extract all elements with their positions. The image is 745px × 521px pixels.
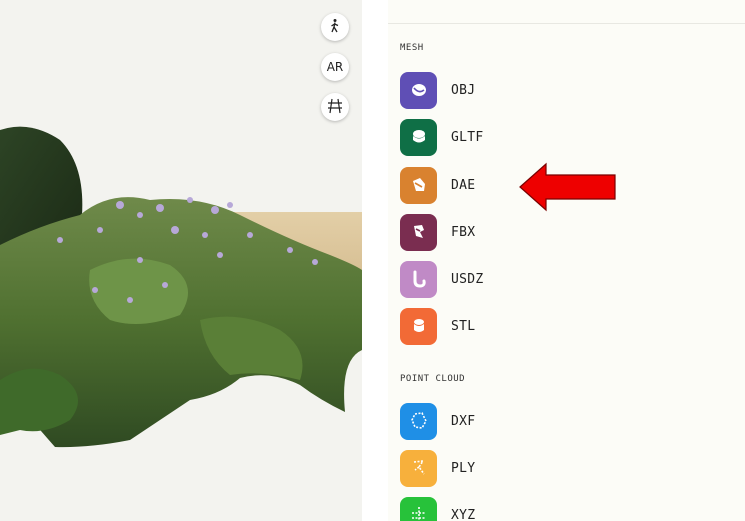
obj-icon [400,71,437,109]
app-root: AR MESH OBJ GLTF DAE FBX USDZ STL POINT … [0,0,745,521]
plant-model-render[interactable] [0,0,362,521]
grid-icon [327,98,343,117]
format-label: XYZ [451,507,476,521]
format-label: STL [451,318,476,334]
ply-icon [400,449,437,487]
section-title-point-cloud: POINT CLOUD [400,374,466,384]
ar-label: AR [326,60,344,74]
dxf-icon [400,402,437,440]
format-label: PLY [451,460,476,476]
ar-button[interactable]: AR [321,53,349,81]
annotation-arrow-icon [519,162,616,212]
format-option-xyz[interactable]: XYZ [400,496,475,521]
format-label: OBJ [451,82,476,98]
model-viewer[interactable]: AR [0,0,362,521]
format-option-usdz[interactable]: USDZ [400,260,484,298]
panel-header [388,0,745,24]
stl-icon [400,307,437,345]
panel-divider [362,0,388,521]
format-label: GLTF [451,129,484,145]
format-label: USDZ [451,271,484,287]
format-option-obj[interactable]: OBJ [400,71,475,109]
section-title-mesh: MESH [400,43,424,53]
usdz-icon [400,260,437,298]
walk-icon [327,18,343,37]
format-option-fbx[interactable]: FBX [400,213,475,251]
format-label: DXF [451,413,476,429]
walk-mode-button[interactable] [321,13,349,41]
format-label: FBX [451,224,476,240]
dae-icon [400,166,437,204]
format-label: DAE [451,177,476,193]
grid-button[interactable] [321,93,349,121]
fbx-icon [400,213,437,251]
format-option-stl[interactable]: STL [400,307,475,345]
export-format-panel: MESH OBJ GLTF DAE FBX USDZ STL POINT CLO… [388,0,745,521]
format-option-gltf[interactable]: GLTF [400,118,484,156]
format-option-dxf[interactable]: DXF [400,402,475,440]
format-option-ply[interactable]: PLY [400,449,475,487]
gltf-icon [400,118,437,156]
format-option-dae[interactable]: DAE [400,166,475,204]
xyz-icon [400,496,437,521]
